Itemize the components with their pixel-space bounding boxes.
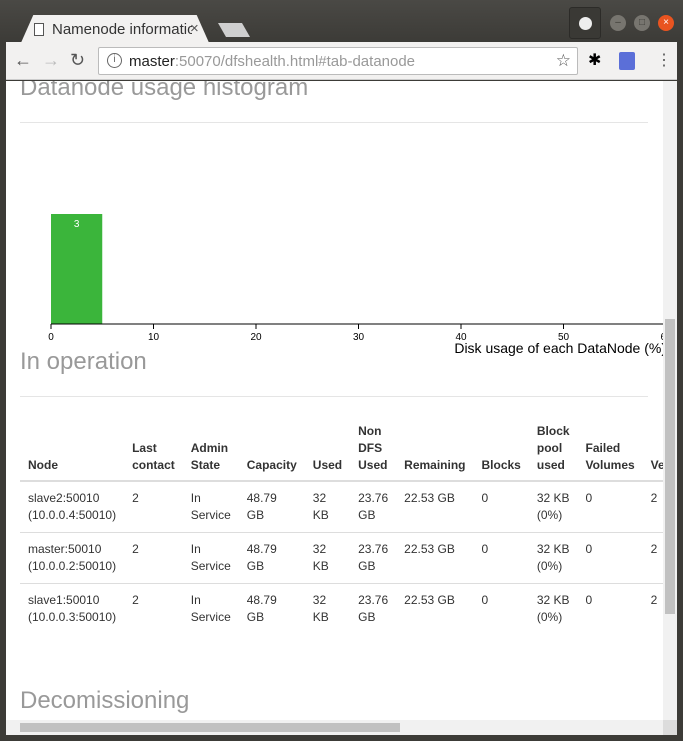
table-cell: 32 KB xyxy=(304,532,351,584)
table-cell: 0 xyxy=(473,532,529,584)
person-icon xyxy=(579,17,592,30)
table-cell: 23.76 GB xyxy=(350,480,397,533)
table-cell: 48.79 GB xyxy=(238,583,305,635)
browser-toolbar: ← → ↻ i master:50070/dfshealth.html#tab-… xyxy=(6,42,677,80)
table-cell: 23.76 GB xyxy=(350,583,397,635)
minimize-button[interactable]: – xyxy=(610,15,626,31)
table-cell: 0 xyxy=(577,583,643,635)
profile-button[interactable] xyxy=(569,7,601,39)
column-header[interactable]: Node xyxy=(20,417,125,482)
histogram-bar xyxy=(51,214,103,324)
new-tab-button[interactable] xyxy=(218,23,250,37)
menu-icon[interactable]: ⋮ xyxy=(656,50,672,70)
table-row: slave1:50010 (10.0.0.3:50010) 2 In Service… xyxy=(20,583,663,635)
column-header[interactable]: Blocks xyxy=(473,417,529,482)
table-cell: 2 xyxy=(124,583,183,635)
x-axis-label: Disk usage of each DataNode (%) xyxy=(454,340,663,356)
close-tab-icon[interactable]: × xyxy=(190,20,199,37)
in-operation-heading: In operation xyxy=(20,348,147,375)
table-cell: 0 xyxy=(473,583,529,635)
x-tick-label: 10 xyxy=(148,332,160,343)
column-header[interactable]: Last contact xyxy=(124,417,183,482)
table-cell: 2 xyxy=(642,583,663,635)
column-header[interactable]: Admin State xyxy=(182,417,239,482)
vertical-scrollbar[interactable] xyxy=(663,81,677,720)
horizontal-scroll-thumb[interactable] xyxy=(20,723,400,732)
table-cell: In Service xyxy=(182,480,239,533)
table-cell: master:50010 (10.0.0.2:50010) xyxy=(20,532,125,584)
table-cell: 2 xyxy=(642,532,663,584)
table-cell: 2 xyxy=(124,532,183,584)
table-cell: In Service xyxy=(182,583,239,635)
horizontal-scrollbar[interactable] xyxy=(6,720,663,735)
tab-title: Namenode information xyxy=(52,21,192,38)
scroll-corner xyxy=(663,720,677,735)
x-tick-label: 30 xyxy=(353,332,365,343)
table-cell: slave2:50010 (10.0.0.4:50010) xyxy=(20,480,125,533)
table-cell: In Service xyxy=(182,532,239,584)
x-tick-label: 0 xyxy=(48,332,54,343)
url-host: master xyxy=(129,53,175,70)
table-cell: 2 xyxy=(124,480,183,533)
table-row: master:50010 (10.0.0.2:50010) 2 In Service… xyxy=(20,532,663,584)
table-cell: 32 KB (0%) xyxy=(528,583,578,635)
datanode-table: Node Last contact Admin State Capacity Used N… xyxy=(20,417,663,635)
table-cell: 2 xyxy=(642,480,663,533)
table-cell: 32 KB (0%) xyxy=(528,480,578,533)
forward-icon[interactable]: → xyxy=(42,50,60,71)
table-cell: 22.53 GB xyxy=(396,532,474,584)
maximize-button[interactable]: □ xyxy=(634,15,650,31)
table-cell: 32 KB xyxy=(304,480,351,533)
address-bar[interactable]: i master:50070/dfshealth.html#tab-datano… xyxy=(98,47,578,75)
translate-extension-icon[interactable] xyxy=(619,52,635,70)
bookmark-star-icon[interactable]: ☆ xyxy=(556,51,571,71)
column-header[interactable]: Used xyxy=(304,417,351,482)
table-cell: 23.76 GB xyxy=(350,532,397,584)
browser-tab[interactable]: Namenode information × xyxy=(20,15,210,45)
table-cell: 22.53 GB xyxy=(396,583,474,635)
column-header[interactable]: Non DFS Used xyxy=(350,417,397,482)
table-cell: 48.79 GB xyxy=(238,480,305,533)
table-cell: 0 xyxy=(577,480,643,533)
table-cell: 48.79 GB xyxy=(238,532,305,584)
column-header[interactable]: Failed Volumes xyxy=(577,417,643,482)
decommissioning-heading: Decomissioning xyxy=(20,687,190,714)
divider xyxy=(20,396,648,397)
reload-icon[interactable]: ↻ xyxy=(70,50,85,71)
column-header[interactable]: Remaining xyxy=(396,417,474,482)
column-header[interactable]: Version xyxy=(642,417,663,482)
table-cell: 32 KB (0%) xyxy=(528,532,578,584)
table-cell: 0 xyxy=(473,480,529,533)
table-cell: slave1:50010 (10.0.0.3:50010) xyxy=(20,583,125,635)
column-header[interactable]: Capacity xyxy=(238,417,305,482)
divider xyxy=(20,122,648,123)
table-cell: 22.53 GB xyxy=(396,480,474,533)
table-cell: 32 KB xyxy=(304,583,351,635)
x-tick-label: 20 xyxy=(250,332,262,343)
table-row: slave2:50010 (10.0.0.4:50010) 2 In Service… xyxy=(20,480,663,533)
bar-data-label: 3 xyxy=(74,219,80,230)
vertical-scroll-thumb[interactable] xyxy=(665,319,675,614)
histogram-heading: Datanode usage histogram xyxy=(20,81,309,101)
info-icon[interactable]: i xyxy=(107,53,122,68)
table-cell: 0 xyxy=(577,532,643,584)
close-window-button[interactable]: × xyxy=(658,15,674,31)
url-path: :50070/dfshealth.html#tab-datanode xyxy=(174,53,416,70)
extension-footprint-icon[interactable]: ✱ xyxy=(588,50,601,70)
page-content: Datanode usage histogram 30102030405060D… xyxy=(6,81,663,720)
column-header[interactable]: Block pool used xyxy=(528,417,578,482)
title-bar: Namenode information × – □ × xyxy=(0,0,683,45)
document-icon xyxy=(34,23,44,36)
usage-histogram: 30102030405060Disk usage of each DataNod… xyxy=(48,214,663,356)
back-icon[interactable]: ← xyxy=(14,50,32,71)
